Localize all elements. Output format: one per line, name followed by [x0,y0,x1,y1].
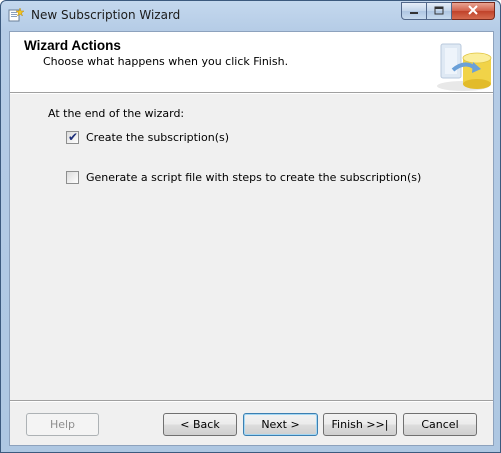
create-subscription-option[interactable]: ✔ Create the subscription(s) [66,130,230,144]
window-title: New Subscription Wizard [31,8,181,22]
next-button[interactable]: Next > [243,413,318,436]
create-subscription-checkbox[interactable]: ✔ [66,130,79,144]
help-button[interactable]: Help [26,413,99,436]
wizard-client-area: Wizard Actions Choose what happens when … [9,31,494,446]
minimize-icon [409,5,419,18]
finish-button-label: Finish >>| [331,418,389,431]
cancel-button[interactable]: Cancel [403,413,477,436]
close-icon [467,4,479,18]
help-button-label: Help [49,418,76,431]
cancel-button-label: Cancel [421,418,459,431]
page-title: Wizard Actions [24,38,121,53]
wizard-window: New Subscription Wizard Wizard Actions C… [0,0,501,453]
database-arrow-icon [435,36,493,92]
generate-script-option[interactable]: Generate a script file with steps to cre… [66,171,421,184]
checkmark-icon: ✔ [68,130,79,144]
create-subscription-label: Create the subscription(s) [86,131,230,144]
maximize-icon [434,5,444,18]
footer-divider [10,400,493,402]
maximize-button[interactable] [427,2,452,20]
back-button[interactable]: < Back [163,413,237,436]
wizard-header: Wizard Actions Choose what happens when … [10,32,493,92]
header-divider [10,92,493,94]
minimize-button[interactable] [401,2,427,20]
page-subtitle: Choose what happens when you click Finis… [43,55,289,68]
options-group-label: At the end of the wizard: [48,107,185,120]
back-button-label: < Back [180,418,220,431]
next-button-label: Next > [261,418,300,431]
close-window-button[interactable] [452,2,495,20]
generate-script-checkbox[interactable] [66,171,79,184]
wizard-app-icon[interactable] [8,7,25,23]
caption-buttons [401,2,495,20]
finish-button[interactable]: Finish >>| [323,413,397,436]
generate-script-label: Generate a script file with steps to cre… [86,171,422,184]
title-bar[interactable]: New Subscription Wizard [1,1,500,31]
